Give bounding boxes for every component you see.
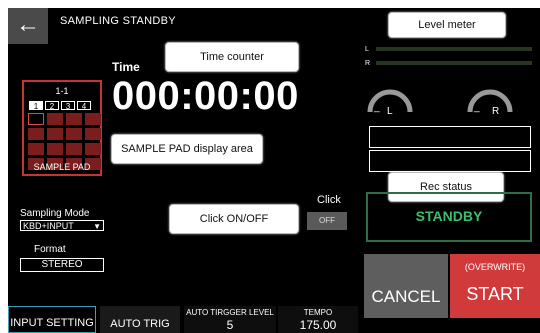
callout-level-meter: Level meter <box>388 12 506 38</box>
sample-pad-label: SAMPLE PAD <box>33 162 91 172</box>
pad-bank-label: 1-1 <box>55 86 69 96</box>
rec-info-box-1 <box>369 126 531 148</box>
pad-cell[interactable] <box>28 128 44 140</box>
tab-input-setting[interactable]: INPUT SETTING <box>8 306 96 333</box>
pad-cell[interactable] <box>66 143 82 155</box>
tab-auto-trigger-level[interactable]: AUTO TIRGGER LEVEL 5 <box>184 306 276 333</box>
pad-cell[interactable] <box>85 143 101 155</box>
time-counter: 000:00:00 <box>112 74 299 118</box>
knob-r-label: R <box>492 106 500 117</box>
pad-cell-selected[interactable] <box>28 113 44 125</box>
callout-time-counter: Time counter <box>165 42 299 72</box>
click-label: Click <box>317 194 341 206</box>
tempo-label: TEMPO <box>303 308 333 317</box>
start-label: START <box>466 284 524 304</box>
level-meter-r <box>376 61 532 65</box>
pad-tab-3[interactable]: 3 <box>61 101 75 111</box>
chevron-down-icon: ▼ <box>93 222 101 231</box>
rec-status-indicator: STANDBY <box>366 192 532 242</box>
level-meter-l <box>376 47 532 51</box>
pad-cell[interactable] <box>28 143 44 155</box>
arrow-left-icon: ← <box>16 11 40 38</box>
tab-auto-trig[interactable]: AUTO TRIG <box>100 306 180 333</box>
pad-cell[interactable] <box>47 113 63 125</box>
callout-sample-pad-area: SAMPLE PAD display area <box>111 134 263 164</box>
pad-cell[interactable] <box>47 143 63 155</box>
auto-trigger-level-label: AUTO TIRGGER LEVEL <box>186 308 274 317</box>
pad-tab-2[interactable]: 2 <box>45 101 59 111</box>
pad-cell[interactable] <box>85 113 101 125</box>
time-label: Time <box>112 60 140 74</box>
back-button[interactable]: ← <box>8 8 48 44</box>
pad-bank-tabs: 1 2 3 4 <box>29 101 91 111</box>
knob-l-prefix: _ <box>374 102 380 113</box>
sampling-mode-label: Sampling Mode <box>20 208 90 219</box>
sample-pad-display[interactable]: 1-1 1 2 3 4 SAMPLE PAD <box>22 80 102 176</box>
level-r-letter: R <box>365 60 371 67</box>
click-toggle[interactable]: OFF <box>307 212 347 230</box>
level-l-letter: L <box>365 46 369 53</box>
input-level-knob-r[interactable] <box>464 76 516 116</box>
sampling-standby-screen: ← SAMPLING STANDBY Level meter Time coun… <box>8 8 540 333</box>
knob-l-label: L <box>387 106 393 117</box>
screen-title: SAMPLING STANDBY <box>60 15 176 27</box>
pad-cell[interactable] <box>85 128 101 140</box>
callout-click-onoff: Click ON/OFF <box>169 204 299 234</box>
pad-cell[interactable] <box>66 128 82 140</box>
rec-info-box-2 <box>369 150 531 172</box>
pad-tab-4[interactable]: 4 <box>77 101 91 111</box>
auto-trigger-level-value: 5 <box>226 318 234 332</box>
start-mode-label: (OVERWRITE) <box>464 262 526 272</box>
sampling-mode-select[interactable]: KBD+INPUT ▼ <box>20 220 104 231</box>
pad-tab-1[interactable]: 1 <box>29 101 43 111</box>
knob-r-prefix: _ <box>474 102 480 113</box>
tempo-value: 175.00 <box>299 318 337 332</box>
tab-tempo[interactable]: TEMPO 175.00 <box>278 306 358 333</box>
format-label: Format <box>34 244 66 255</box>
pad-cell[interactable] <box>66 113 82 125</box>
sampling-mode-value: KBD+INPUT <box>23 221 74 231</box>
cancel-button[interactable]: CANCEL <box>364 254 448 318</box>
start-button[interactable]: (OVERWRITE) START <box>450 254 540 318</box>
pad-cell[interactable] <box>47 128 63 140</box>
format-select[interactable]: STEREO <box>20 258 104 272</box>
